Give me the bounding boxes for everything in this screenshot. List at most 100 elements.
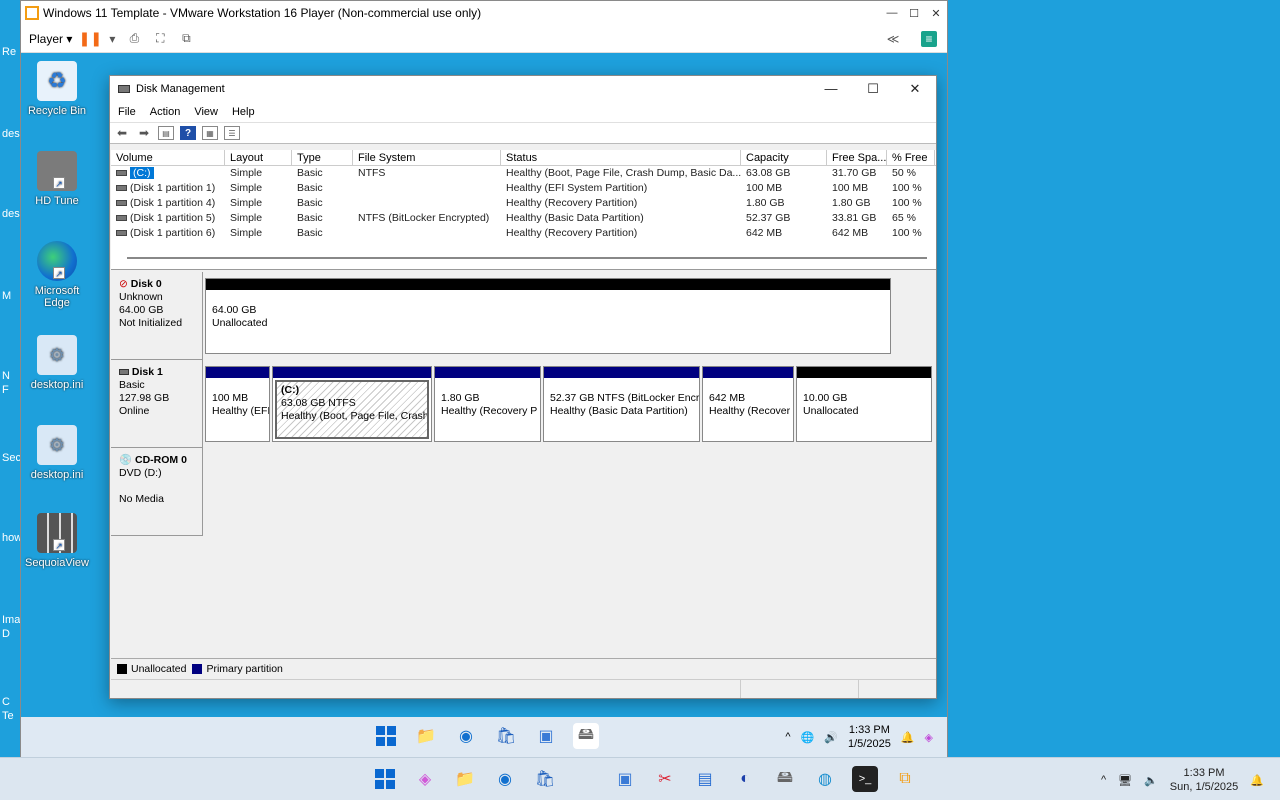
maximize-button[interactable]: ☐	[852, 81, 894, 97]
host-icon-label[interactable]: M	[2, 290, 11, 302]
browser-icon[interactable]: ◍	[812, 766, 838, 792]
empty-slot	[572, 766, 598, 792]
host-icon-label[interactable]: D	[2, 628, 10, 640]
notification-bell-icon[interactable]: 🔔	[901, 731, 915, 744]
column-header-free-space[interactable]: Free Spa...	[827, 150, 887, 165]
desktop-icon-recycle-bin[interactable]: ♻ Recycle Bin	[21, 61, 93, 117]
windows-logo-icon	[376, 726, 396, 746]
pause-icon[interactable]: ❚❚	[79, 30, 102, 47]
start-button[interactable]	[373, 723, 399, 749]
partition-disk1-unallocated[interactable]: 10.00 GB Unallocated	[796, 366, 932, 442]
show-details-icon[interactable]: ☰	[224, 126, 240, 140]
vmware-icon[interactable]: ⧉	[892, 766, 918, 792]
notes-icon[interactable]: ≡	[921, 30, 937, 47]
notepad-icon[interactable]: ▤	[692, 766, 718, 792]
column-header-percent-free[interactable]: % Free	[887, 150, 935, 165]
disk-management-titlebar[interactable]: Disk Management — ☐ ✕	[110, 76, 936, 102]
show-hide-console-tree-icon[interactable]: ▤	[158, 126, 174, 140]
host-icon-label[interactable]: F	[2, 384, 9, 396]
disk-0-label[interactable]: ⊘ Disk 0 Unknown 64.00 GB Not Initialize…	[111, 272, 203, 360]
host-icon-label[interactable]: Sec	[2, 452, 21, 464]
host-icon-label[interactable]: how	[2, 532, 22, 544]
player-menu[interactable]: Player ▾	[29, 32, 72, 46]
volume-row[interactable]: (Disk 1 partition 4) Simple Basic Healthy (…	[111, 196, 936, 211]
edge-icon[interactable]: ◉	[492, 766, 518, 792]
desktop-icon-desktop-ini[interactable]: ⚙ desktop.ini	[21, 335, 93, 391]
start-button[interactable]	[372, 766, 398, 792]
edge-icon[interactable]: ◉	[453, 723, 479, 749]
column-header-type[interactable]: Type	[292, 150, 353, 165]
column-header-volume[interactable]: Volume	[111, 150, 225, 165]
disk-management-taskbar-icon[interactable]: 🖴	[573, 723, 599, 749]
volume-row[interactable]: (Disk 1 partition 1) Simple Basic Healthy (…	[111, 181, 936, 196]
network-icon[interactable]: 🌐	[801, 731, 815, 744]
guest-clock[interactable]: 1:33 PM 1/5/2025	[848, 723, 891, 751]
column-header-file-system[interactable]: File System	[353, 150, 501, 165]
volume-row[interactable]: (Disk 1 partition 6) Simple Basic Healthy (…	[111, 226, 936, 241]
host-icon-label[interactable]: Te	[2, 710, 14, 722]
back-arrow-icon[interactable]: ⬅	[114, 126, 130, 140]
store-icon[interactable]: 🛍	[532, 766, 558, 792]
terminal-icon[interactable]: >_	[852, 766, 878, 792]
store-icon[interactable]: 🛍	[493, 723, 519, 749]
chevron-up-icon[interactable]: ^	[1101, 774, 1106, 786]
menu-action[interactable]: Action	[150, 106, 181, 118]
properties-icon[interactable]: ▦	[202, 126, 218, 140]
control-panel-icon[interactable]: ▣	[612, 766, 638, 792]
send-ctrl-alt-del-icon[interactable]: ⎙	[126, 31, 142, 47]
volume-icon[interactable]: 🔈	[1144, 774, 1158, 787]
file-explorer-icon[interactable]: 📁	[413, 723, 439, 749]
collapse-toolbar-icon[interactable]: ≪	[885, 31, 901, 47]
desktop-icon-desktop-ini[interactable]: ⚙ desktop.ini	[21, 425, 93, 481]
host-icon-label[interactable]: N	[2, 370, 10, 382]
file-explorer-icon[interactable]: 📁	[452, 766, 478, 792]
drive-icon[interactable]: 🖴	[772, 766, 798, 792]
desktop-icon-edge[interactable]: ↗ Microsoft Edge	[21, 241, 93, 309]
network-icon[interactable]: 🖥	[1118, 774, 1132, 787]
control-panel-icon[interactable]: ▣	[533, 723, 559, 749]
host-icon-label[interactable]: Ima	[2, 614, 20, 626]
desktop-icon-hd-tune[interactable]: ↗ HD Tune	[21, 151, 93, 207]
maximize-button[interactable]: ☐	[903, 7, 925, 20]
partition-recovery-2[interactable]: 642 MB Healthy (Recover	[702, 366, 794, 442]
unity-icon[interactable]: ⧉	[178, 31, 194, 47]
volume-row[interactable]: (Disk 1 partition 5) Simple Basic NTFS (Bit…	[111, 211, 936, 226]
column-header-status[interactable]: Status	[501, 150, 741, 165]
column-header-capacity[interactable]: Capacity	[741, 150, 827, 165]
menu-file[interactable]: File	[118, 106, 136, 118]
partition-recovery-1[interactable]: 1.80 GB Healthy (Recovery P	[434, 366, 541, 442]
fullscreen-icon[interactable]: ⛶	[152, 31, 168, 47]
partition-disk0-unallocated[interactable]: 64.00 GB Unallocated	[205, 278, 891, 354]
forward-arrow-icon[interactable]: ➡	[136, 126, 152, 140]
chevron-up-icon[interactable]: ^	[785, 731, 790, 743]
host-icon-label[interactable]: des	[2, 128, 20, 140]
host-icon-label[interactable]: Re	[2, 46, 16, 58]
chevron-down-icon[interactable]: ▾	[108, 31, 116, 47]
partition-basic-data[interactable]: 52.37 GB NTFS (BitLocker Encry Healthy (…	[543, 366, 700, 442]
partition-c-drive[interactable]: (C:) 63.08 GB NTFS Healthy (Boot, Page F…	[272, 366, 432, 442]
horizontal-scrollbar[interactable]	[127, 257, 927, 259]
vmware-titlebar[interactable]: Windows 11 Template - VMware Workstation…	[21, 1, 947, 25]
disk-1-label[interactable]: Disk 1 Basic 127.98 GB Online	[111, 360, 203, 448]
notification-bell-icon[interactable]: 🔔	[1250, 774, 1264, 787]
menu-view[interactable]: View	[194, 106, 218, 118]
host-clock[interactable]: 1:33 PM Sun, 1/5/2025	[1170, 766, 1239, 794]
snipping-tool-icon[interactable]: ✂	[652, 766, 678, 792]
menu-help[interactable]: Help	[232, 106, 255, 118]
volume-row[interactable]: (C:) Simple Basic NTFS Healthy (Boot, Page F…	[111, 166, 936, 181]
column-header-layout[interactable]: Layout	[225, 150, 292, 165]
minimize-button[interactable]: —	[810, 81, 852, 97]
minimize-button[interactable]: —	[881, 7, 903, 20]
help-icon[interactable]: ?	[180, 126, 196, 140]
close-button[interactable]: ✕	[894, 81, 936, 97]
desktop-icon-sequoiaview[interactable]: ↗ SequoiaView	[21, 513, 93, 569]
host-icon-label[interactable]: des	[2, 208, 20, 220]
copilot-icon[interactable]: ◈	[925, 731, 933, 744]
host-icon-label[interactable]: C	[2, 696, 10, 708]
volume-icon[interactable]: 🔊	[824, 731, 838, 744]
close-button[interactable]: ✕	[925, 7, 947, 20]
partition-efi[interactable]: 100 MB Healthy (EFI	[205, 366, 270, 442]
copilot-icon[interactable]: ◈	[412, 766, 438, 792]
cdrom-label[interactable]: 💿 CD-ROM 0 DVD (D:) No Media	[111, 448, 203, 536]
hd-tune-icon[interactable]: ◐	[732, 766, 758, 792]
